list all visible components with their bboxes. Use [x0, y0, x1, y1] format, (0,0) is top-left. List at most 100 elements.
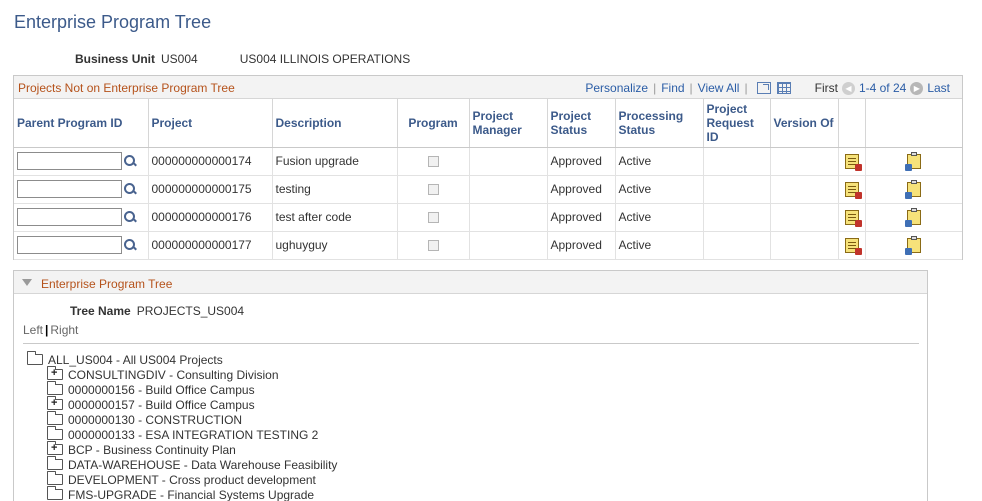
parent-program-id-input[interactable]: [17, 236, 122, 254]
project-status-cell: Approved: [547, 203, 616, 232]
tree-child-node[interactable]: CONSULTINGDIV - Consulting Division: [14, 366, 924, 382]
description-cell: testing: [272, 175, 398, 204]
col-action-1: [838, 99, 866, 148]
action-cell-1: [838, 231, 866, 260]
lookup-search-icon[interactable]: [123, 210, 137, 224]
page-title: Enterprise Program Tree: [14, 12, 212, 32]
tree-name-label: Tree Name: [70, 304, 131, 318]
project-copy-icon[interactable]: [904, 151, 921, 171]
project-copy-icon[interactable]: [904, 179, 921, 199]
expand-folder-icon[interactable]: [47, 366, 63, 380]
parent-program-id-input[interactable]: [17, 208, 122, 226]
col-processing-status[interactable]: Processing Status: [615, 99, 704, 148]
col-project[interactable]: Project: [148, 99, 273, 148]
col-project-request-id[interactable]: Project Request ID: [703, 99, 771, 148]
right-link[interactable]: Right: [50, 323, 78, 337]
projects-grid: Projects Not on Enterprise Program Tree …: [13, 75, 963, 260]
folder-icon: [47, 471, 63, 485]
lookup-search-icon[interactable]: [123, 154, 137, 168]
tree-child-node[interactable]: BCP - Business Continuity Plan: [14, 441, 924, 457]
tree-child-label: 0000000157 - Build Office Campus: [68, 397, 255, 412]
program-checkbox[interactable]: [427, 212, 439, 224]
program-checkbox[interactable]: [427, 184, 439, 196]
parent-program-id-input[interactable]: [17, 180, 122, 198]
find-link[interactable]: Find: [661, 81, 684, 95]
parent-program-id-input[interactable]: [17, 152, 122, 170]
processing-status-cell: Active: [615, 147, 704, 176]
lookup-search-icon[interactable]: [123, 182, 137, 196]
action-cell-1: [838, 203, 866, 232]
next-icon[interactable]: ▶: [910, 81, 924, 95]
action-cell-2: [865, 175, 962, 204]
project-manager-cell: [469, 231, 548, 260]
project-copy-icon[interactable]: [904, 207, 921, 227]
version-of-cell: [770, 203, 839, 232]
description-cell: test after code: [272, 203, 398, 232]
col-program[interactable]: Program: [397, 99, 470, 148]
project-request-id-cell: [703, 147, 771, 176]
view-all-link[interactable]: View All: [698, 81, 740, 95]
download-spreadsheet-icon[interactable]: [776, 82, 791, 94]
tree-child-label: DATA-WAREHOUSE - Data Warehouse Feasibil…: [68, 457, 338, 472]
zoom-icon[interactable]: [756, 82, 771, 94]
folder-icon: [47, 381, 63, 395]
personalize-link[interactable]: Personalize: [585, 81, 648, 95]
last-link[interactable]: Last: [927, 81, 950, 95]
tree-child-node[interactable]: FMS-UPGRADE - Financial Systems Upgrade: [14, 486, 924, 501]
folder-icon: [47, 486, 63, 500]
parent-program-id-cell: [14, 203, 149, 232]
action-cell-2: [865, 147, 962, 176]
program-cell: [397, 203, 470, 232]
col-parent-program-id[interactable]: Parent Program ID: [14, 99, 149, 148]
tree-child-node[interactable]: 0000000156 - Build Office Campus: [14, 381, 924, 397]
row-range: 1-4 of 24: [858, 81, 907, 95]
project-cell: 000000000000176: [148, 203, 273, 232]
project-status-cell: Approved: [547, 147, 616, 176]
tree-child-label: 0000000133 - ESA INTEGRATION TESTING 2: [68, 427, 319, 442]
project-request-id-cell: [703, 175, 771, 204]
col-version-of[interactable]: Version Of: [770, 99, 839, 148]
project-details-icon[interactable]: [844, 209, 862, 227]
grid-title: Projects Not on Enterprise Program Tree: [18, 81, 235, 95]
tree-child-node[interactable]: DATA-WAREHOUSE - Data Warehouse Feasibil…: [14, 456, 924, 472]
project-status-cell: Approved: [547, 231, 616, 260]
business-unit-label: Business Unit: [75, 52, 156, 66]
tree-section-header[interactable]: Enterprise Program Tree: [14, 271, 927, 294]
table-row: 000000000000176 test after code Approved Ac…: [14, 203, 962, 232]
tree-child-label: CONSULTINGDIV - Consulting Division: [68, 367, 279, 382]
version-of-cell: [770, 175, 839, 204]
project-cell: 000000000000175: [148, 175, 273, 204]
project-copy-icon[interactable]: [904, 235, 921, 255]
tree-child-node[interactable]: DEVELOPMENT - Cross product development: [14, 471, 924, 487]
project-details-icon[interactable]: [844, 237, 862, 255]
tree-child-node[interactable]: 0000000133 - ESA INTEGRATION TESTING 2: [14, 426, 924, 442]
left-link[interactable]: Left: [23, 323, 43, 337]
tree-divider: [23, 343, 919, 344]
col-description[interactable]: Description: [272, 99, 398, 148]
col-project-status[interactable]: Project Status: [547, 99, 616, 148]
tree-child-label: BCP - Business Continuity Plan: [68, 442, 236, 457]
collapse-triangle-icon[interactable]: [22, 279, 32, 286]
tree-child-node[interactable]: 0000000130 - CONSTRUCTION: [14, 411, 924, 427]
action-cell-2: [865, 231, 962, 260]
left-right-divider: |: [45, 323, 49, 337]
tree-nodes: ALL_US004 - All US004 Projects CONSULTIN…: [14, 351, 924, 501]
tree-child-label: 0000000156 - Build Office Campus: [68, 382, 255, 397]
lookup-search-icon[interactable]: [123, 238, 137, 252]
tree-root-node[interactable]: ALL_US004 - All US004 Projects: [14, 351, 924, 367]
version-of-cell: [770, 231, 839, 260]
project-details-icon[interactable]: [844, 181, 862, 199]
parent-program-id-cell: [14, 231, 149, 260]
project-details-icon[interactable]: [844, 153, 862, 171]
program-checkbox[interactable]: [427, 156, 439, 168]
table-row: 000000000000174 Fusion upgrade Approved Act…: [14, 147, 962, 176]
tree-root-label: ALL_US004 - All US004 Projects: [48, 352, 223, 367]
program-checkbox[interactable]: [427, 240, 439, 252]
col-project-manager[interactable]: Project Manager: [469, 99, 548, 148]
action-cell-1: [838, 147, 866, 176]
project-manager-cell: [469, 175, 548, 204]
tree-child-node[interactable]: 0000000157 - Build Office Campus: [14, 396, 924, 412]
table-row: 000000000000175 testing Approved Active: [14, 175, 962, 204]
expand-folder-icon[interactable]: [47, 396, 63, 410]
expand-folder-icon[interactable]: [47, 441, 63, 455]
